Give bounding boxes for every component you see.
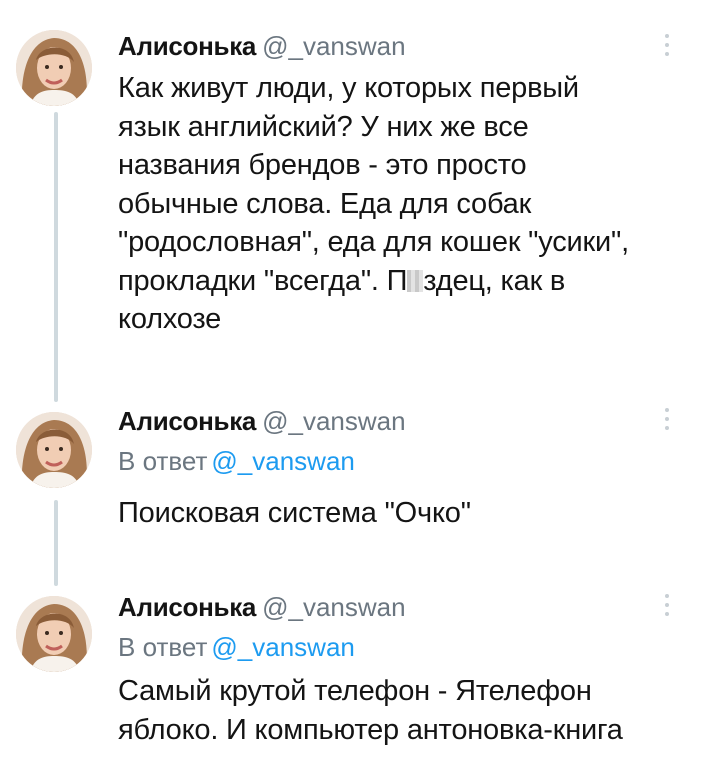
user-handle[interactable]: @_vanswan: [262, 406, 405, 436]
tweet-text: Поисковая система "Очко": [118, 497, 471, 529]
reply-mention-link[interactable]: @_vanswan: [211, 632, 354, 662]
avatar[interactable]: [16, 30, 92, 106]
user-handle[interactable]: @_vanswan: [262, 31, 405, 61]
reply-mention-link[interactable]: @_vanswan: [211, 446, 354, 476]
display-name[interactable]: Алисонька: [118, 31, 256, 61]
avatar[interactable]: [16, 596, 92, 672]
avatar-photo: [16, 30, 92, 106]
reply-context: В ответ @_vanswan: [118, 630, 662, 664]
avatar-photo: [16, 596, 92, 672]
tweet-header: Алисонька @_vanswan: [118, 404, 662, 438]
tweet-text: Самый крутой телефон - Ятелефон яблоко. …: [118, 675, 623, 746]
reply-prefix: В ответ: [118, 446, 208, 476]
tweet-text-part: Как живут люди, у которых первый язык ан…: [118, 72, 629, 297]
thread-connector-line: [54, 112, 58, 402]
thread-connector-line: [54, 500, 58, 586]
display-name[interactable]: Алисонька: [118, 592, 256, 622]
tweet-header: Алисонька @_vanswan: [118, 590, 662, 624]
tweet-text: Как живут люди, у которых первый язык ан…: [118, 69, 662, 339]
user-handle[interactable]: @_vanswan: [262, 592, 405, 622]
display-name[interactable]: Алисонька: [118, 406, 256, 436]
more-vertical-icon[interactable]: [662, 594, 672, 616]
censor-blur: [407, 269, 424, 292]
more-vertical-icon[interactable]: [662, 408, 672, 430]
avatar-photo: [16, 412, 92, 488]
reply-prefix: В ответ: [118, 632, 208, 662]
reply-context: В ответ @_vanswan: [118, 444, 662, 478]
avatar[interactable]: [16, 412, 92, 488]
more-vertical-icon[interactable]: [662, 34, 672, 56]
tweet-header: Алисонька @_vanswan: [118, 29, 662, 63]
